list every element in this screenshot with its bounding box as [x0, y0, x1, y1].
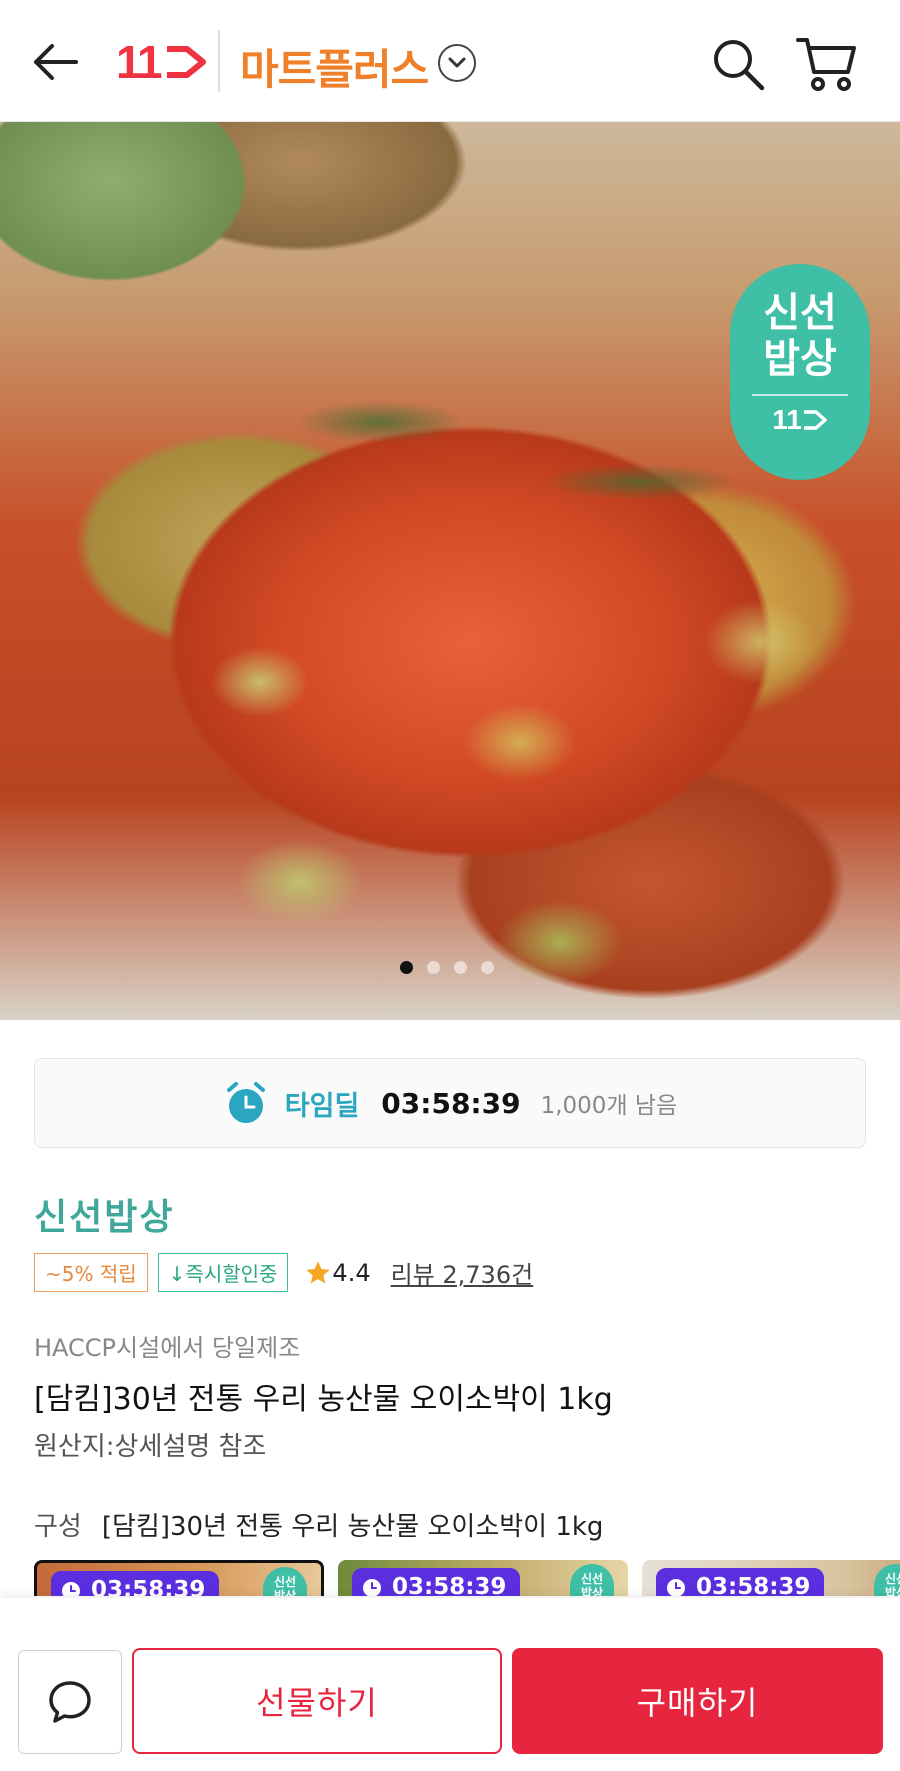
discount-tag: ↓즉시할인중 [157, 1253, 289, 1292]
badge-line1: 신선 [763, 290, 837, 336]
product-tags: ~5% 적립 ↓즉시할인중 4.4 리뷰 2,736건 [34, 1253, 533, 1292]
badge-line2: 밥상 [763, 336, 837, 382]
timedeal-countdown: 03:58:39 [381, 1086, 521, 1120]
top-header: 11 마트플러스 [0, 0, 900, 122]
cart-button[interactable] [794, 32, 858, 94]
thumb-badge: 신선 밥상 [570, 1564, 614, 1596]
timer-text: 03:58:39 [91, 1577, 206, 1596]
carousel-dot-1[interactable] [400, 961, 413, 974]
fresh-table-badge: 신선 밥상 11 [730, 264, 870, 480]
buy-button[interactable]: 구매하기 [512, 1648, 883, 1754]
composition-value: [담킴]30년 전통 우리 농산물 오이소박이 1kg [101, 1512, 604, 1542]
header-divider [218, 30, 220, 92]
star-icon [306, 1260, 331, 1283]
composition-label: 구성 [34, 1512, 82, 1542]
badge-divider [752, 394, 848, 396]
thumb-badge: 신선 밥상 [874, 1564, 900, 1596]
option-thumbnail-2[interactable]: 03:58:39 신선 밥상 [338, 1560, 628, 1596]
product-subtitle: HACCP시설에서 당일제조 [34, 1334, 301, 1362]
chevron-down-icon [448, 57, 466, 68]
rating-value: 4.4 [332, 1258, 371, 1287]
alarm-clock-icon [667, 1579, 685, 1596]
back-arrow-icon [34, 44, 78, 80]
review-link[interactable]: 리뷰 2,736건 [391, 1255, 534, 1290]
thumb-badge-line2: 밥상 [884, 1586, 900, 1596]
bottom-action-bar: 선물하기 구매하기 [0, 1598, 900, 1771]
timer-text: 03:58:39 [696, 1574, 811, 1596]
gift-button[interactable]: 선물하기 [132, 1648, 502, 1754]
cart-icon [796, 38, 856, 91]
product-photo [0, 122, 900, 1020]
store-name-link[interactable]: 신선밥상 [34, 1188, 174, 1240]
carousel-dot-2[interactable] [427, 961, 440, 974]
origin-info: 원산지:상세설명 참조 [34, 1432, 267, 1462]
search-button[interactable] [708, 34, 768, 94]
carousel-indicator [400, 961, 494, 974]
timedeal-remaining: 1,000개 남음 [540, 1093, 678, 1119]
logo-text: 11 [116, 36, 163, 88]
carousel-dot-3[interactable] [454, 961, 467, 974]
thumb-badge-line2: 밥상 [580, 1586, 604, 1596]
timedeal-label: 타임딜 [284, 1090, 360, 1122]
thumb-badge-line1: 신선 [884, 1572, 900, 1586]
points-tag: ~5% 적립 [34, 1253, 148, 1292]
product-image-carousel[interactable]: 신선 밥상 11 [0, 122, 900, 1020]
timer-chip: 03:58:39 [352, 1568, 521, 1596]
badge-logo: 11 [772, 404, 828, 436]
chat-bubble-icon [49, 1681, 91, 1723]
product-title: [담킴]30년 전통 우리 농산물 오이소박이 1kg [34, 1382, 613, 1417]
alarm-clock-icon [226, 1082, 265, 1123]
thumb-badge-line2: 밥상 [273, 1589, 297, 1596]
timer-chip: 03:58:39 [656, 1568, 825, 1596]
thumb-badge-line1: 신선 [273, 1575, 297, 1589]
timedeal-banner: 타임딜 03:58:39 1,000개 남음 [34, 1058, 866, 1148]
timer-chip: 03:58:39 [51, 1571, 220, 1596]
option-thumbnail-1[interactable]: 03:58:39 신선 밥상 [34, 1560, 324, 1596]
back-button[interactable] [28, 36, 84, 88]
alarm-clock-icon [62, 1582, 80, 1596]
option-thumbnail-3[interactable]: 03:58:39 신선 밥상 [642, 1560, 900, 1596]
composition-row: 구성 [담킴]30년 전통 우리 농산물 오이소박이 1kg [34, 1506, 603, 1543]
logo-arrow-icon [803, 410, 827, 430]
alarm-clock-icon [363, 1579, 381, 1596]
thumb-badge-line1: 신선 [580, 1572, 604, 1586]
rating: 4.4 [304, 1258, 371, 1287]
carousel-dot-4[interactable] [481, 961, 494, 974]
badge-logo-text: 11 [772, 404, 802, 435]
search-icon [714, 40, 765, 91]
mart-dropdown-button[interactable] [438, 44, 476, 82]
thumb-badge: 신선 밥상 [263, 1567, 307, 1596]
mart-plus-title[interactable]: 마트플러스 [240, 36, 429, 97]
eleven-street-logo[interactable]: 11 [116, 34, 207, 90]
chat-button[interactable] [18, 1650, 122, 1754]
option-thumbnails: 03:58:39 신선 밥상 03:58:39 신선 밥상 03:58:39 신… [34, 1560, 900, 1596]
logo-arrow-icon [166, 46, 206, 78]
timer-text: 03:58:39 [392, 1574, 507, 1596]
